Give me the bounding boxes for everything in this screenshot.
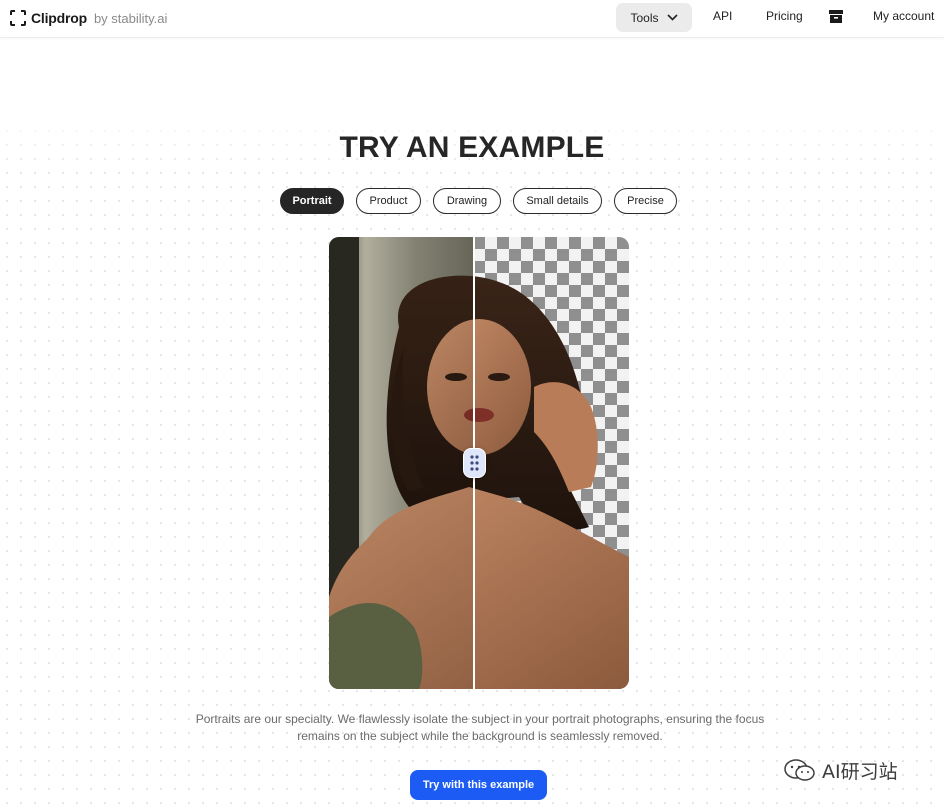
logo-name: Clipdrop <box>31 10 87 26</box>
tab-precise[interactable]: Precise <box>614 188 677 214</box>
clipdrop-logo[interactable]: Clipdrop by stability.ai <box>10 8 167 28</box>
example-description: Portraits are our specialty. We flawless… <box>195 712 765 743</box>
logo-suffix: by stability.ai <box>93 10 168 26</box>
comparison-drag-handle[interactable] <box>463 448 486 478</box>
tab-small-details[interactable]: Small details <box>513 188 602 214</box>
tab-drawing[interactable]: Drawing <box>433 188 501 214</box>
tab-portrait[interactable]: Portrait <box>280 188 344 214</box>
tools-dropdown-button[interactable]: Tools <box>616 3 692 32</box>
tab-product[interactable]: Product <box>356 188 421 214</box>
nav-my-account-link[interactable]: My account <box>873 9 934 23</box>
try-with-this-example-button[interactable]: Try with this example <box>410 770 547 800</box>
drag-grip-icon <box>470 455 479 471</box>
tools-label: Tools <box>630 10 659 25</box>
nav-pricing-link[interactable]: Pricing <box>766 9 803 23</box>
nav-api-link[interactable]: API <box>713 9 732 23</box>
archive-icon[interactable] <box>829 10 843 23</box>
watermark: AI研习站 <box>783 756 898 784</box>
section-heading: TRY AN EXAMPLE <box>339 131 605 164</box>
wechat-icon <box>784 759 815 781</box>
watermark-text: AI研习站 <box>822 760 898 783</box>
top-navigation-bar: Clipdrop by stability.ai Tools API Prici… <box>0 0 944 38</box>
clipdrop-logo-icon <box>10 10 26 26</box>
chevron-down-icon <box>666 14 678 21</box>
